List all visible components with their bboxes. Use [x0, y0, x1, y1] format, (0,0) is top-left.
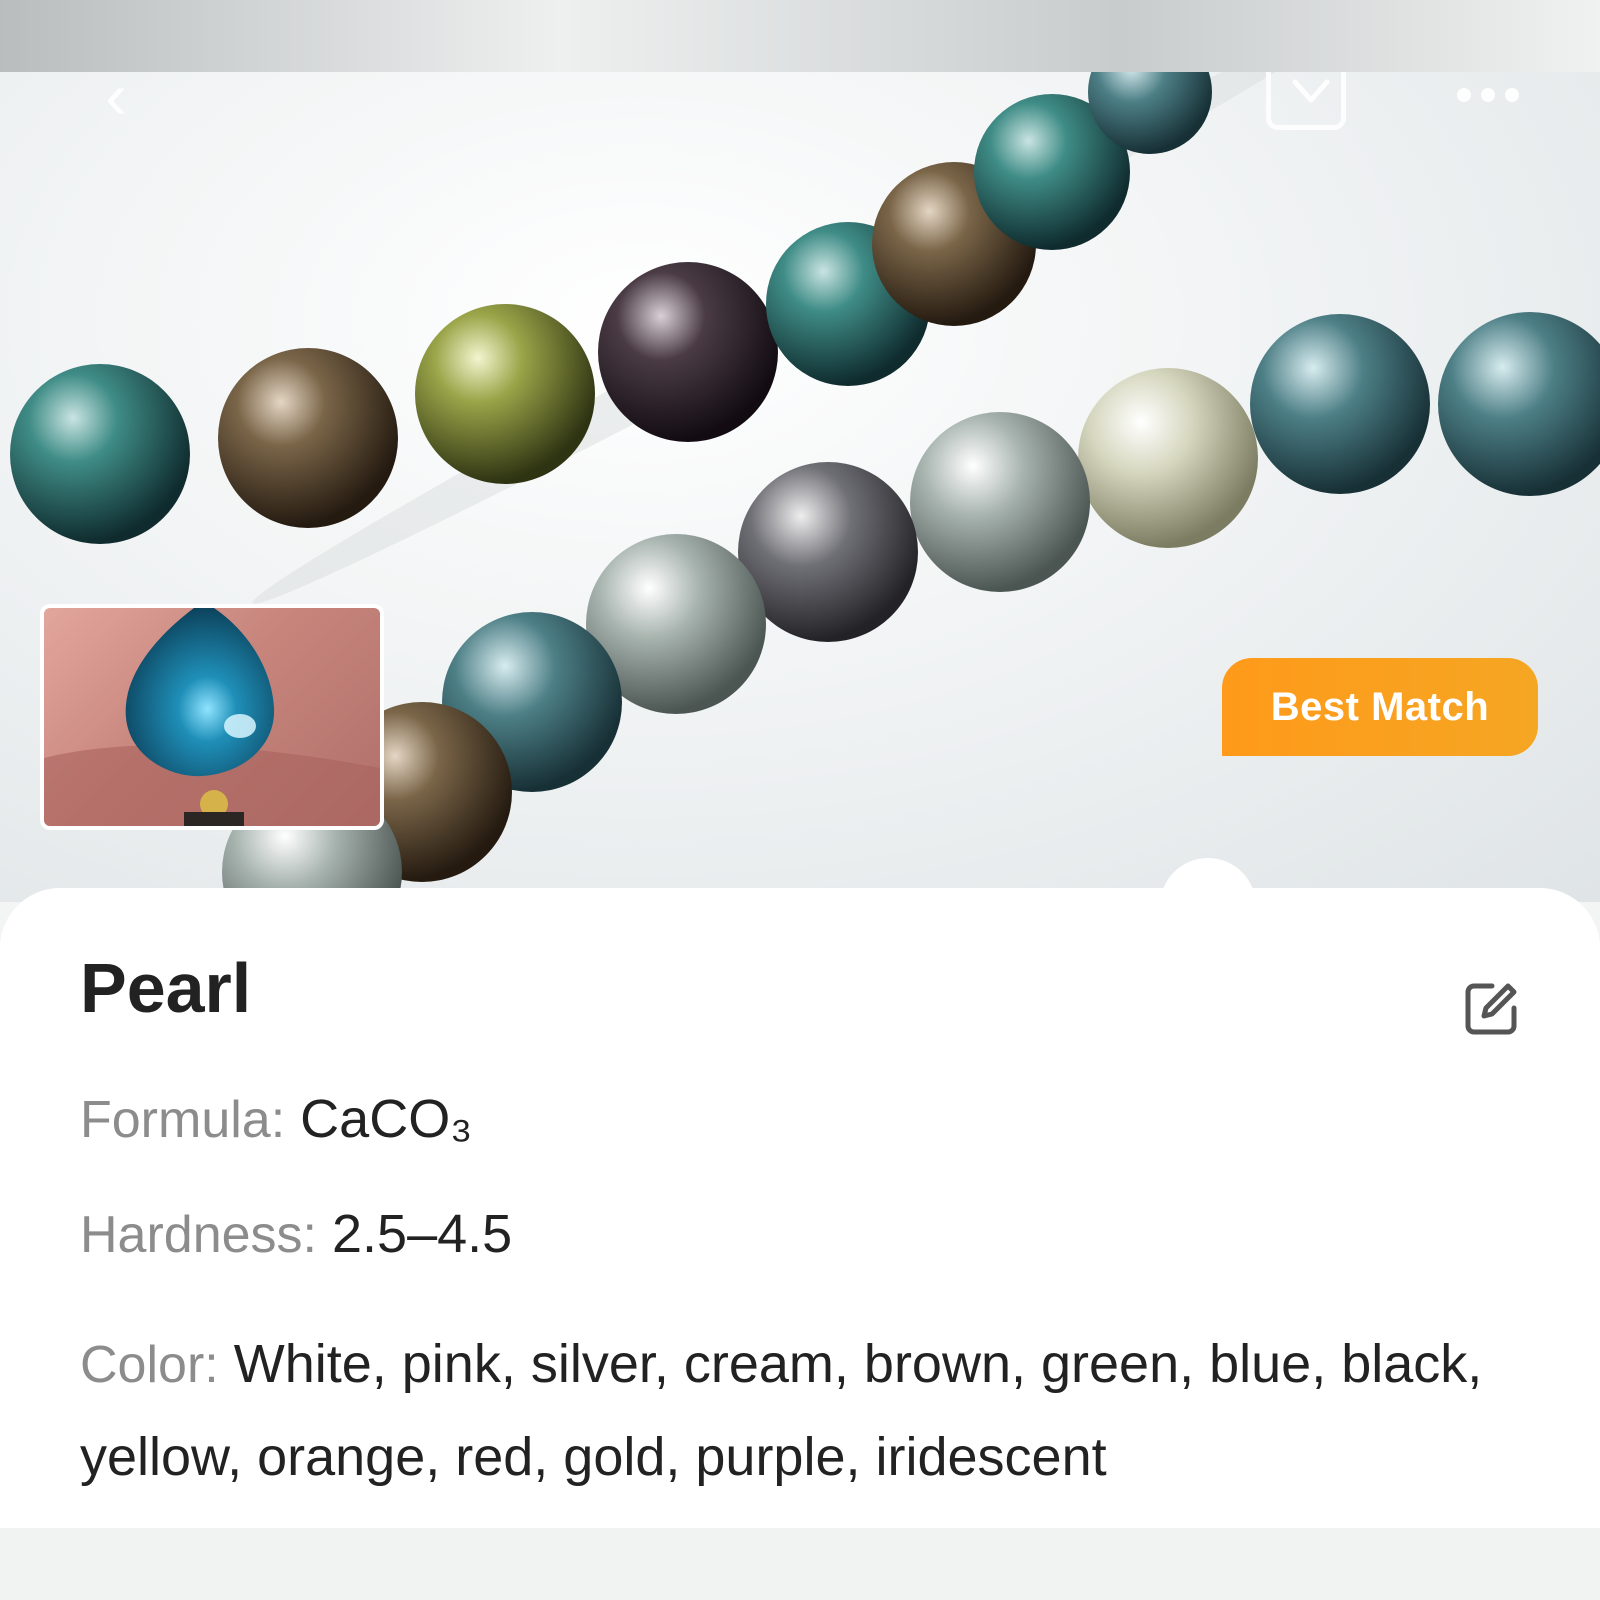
back-button[interactable]: ‹	[92, 72, 140, 132]
formula-row: Formula: CaCO₃	[80, 1088, 472, 1150]
hardness-label: Hardness:	[80, 1206, 317, 1264]
bottom-strip	[0, 1528, 1600, 1600]
user-photo-thumbnail[interactable]	[40, 604, 384, 830]
more-dots-icon	[1457, 88, 1471, 102]
color-value: White, pink, silver, cream, brown, green…	[80, 1334, 1483, 1487]
formula-label: Formula:	[80, 1091, 286, 1149]
download-icon	[1292, 79, 1330, 103]
hardness-row: Hardness: 2.5–4.5	[80, 1203, 512, 1265]
status-strip	[0, 0, 1600, 72]
match-tabs: 1 2 3 ?	[1160, 788, 1600, 902]
color-label: Color:	[80, 1336, 219, 1394]
more-button[interactable]	[1448, 80, 1528, 110]
edit-icon[interactable]	[1462, 980, 1520, 1038]
result-card: Pearl Formula: CaCO₃ Hardness: 2.5–4.5 C…	[0, 888, 1600, 1528]
more-dot	[1481, 88, 1495, 102]
formula-value: CaCO₃	[300, 1089, 473, 1149]
blue-pearl-photo	[44, 608, 380, 826]
chevron-left-icon: ‹	[105, 72, 127, 132]
more-dot	[1505, 88, 1519, 102]
color-row: Color: White, pink, silver, cream, brown…	[80, 1318, 1540, 1503]
best-match-badge: Best Match	[1222, 658, 1538, 756]
save-button[interactable]	[1266, 72, 1346, 130]
hardness-value: 2.5–4.5	[332, 1204, 513, 1264]
result-title: Pearl	[80, 949, 252, 1027]
hero-image: ‹ Best Match 1 2 3 ?	[0, 72, 1600, 902]
